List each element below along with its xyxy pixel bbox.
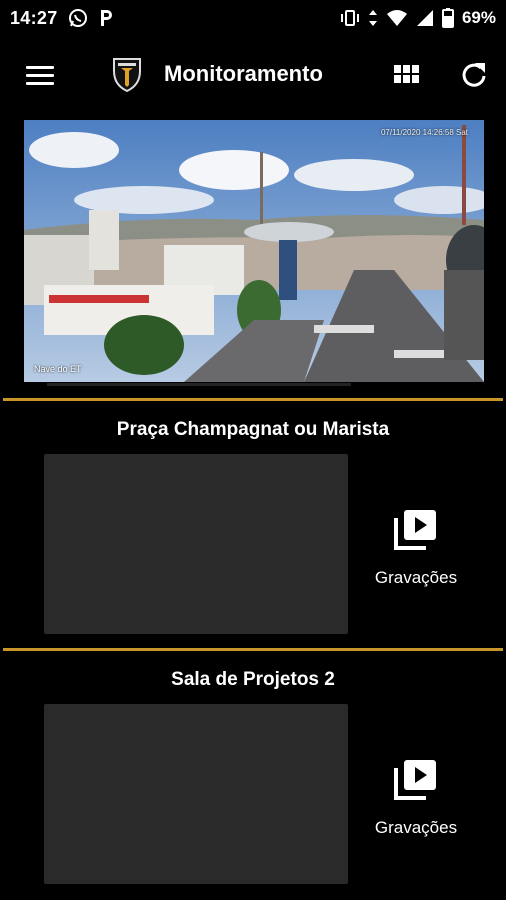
camera-card: Sala de Projetos 2 Gravações (3, 648, 503, 896)
signal-icon (416, 10, 433, 26)
city-view-image (24, 120, 484, 382)
recordings-label: Gravações (374, 568, 458, 587)
menu-button[interactable] (26, 66, 54, 86)
whatsapp-icon (68, 9, 87, 27)
menu-icon-line (26, 82, 54, 85)
menu-icon-line (26, 74, 54, 77)
battery-icon (441, 8, 454, 28)
camera-name: Sala de Projetos 2 (171, 669, 335, 690)
wifi-icon (386, 10, 407, 26)
recordings-label: Gravações (374, 818, 458, 837)
app-bar: Monitoramento (0, 44, 506, 106)
menu-icon-line (26, 66, 54, 69)
status-left: 14:27 (10, 8, 114, 29)
status-right: 69% (340, 8, 496, 28)
page-title: Monitoramento (164, 61, 323, 86)
data-arrows-icon (368, 10, 377, 26)
recordings-button[interactable]: Gravações (361, 756, 471, 846)
status-bar: 14:27 69% (0, 0, 506, 36)
camera-name: Praça Champagnat ou Marista (116, 419, 390, 440)
feed-progress-bar (47, 383, 351, 386)
feed-camera-label: Nave do ET (34, 364, 82, 374)
p-app-icon (100, 10, 112, 26)
recordings-button[interactable]: Gravações (361, 506, 471, 596)
live-feed-panel: 07/11/2020 14:26:58 Sat Nave do ET (3, 115, 503, 398)
refresh-icon[interactable] (459, 60, 489, 90)
status-time: 14:27 (10, 7, 58, 28)
video-library-icon (394, 760, 436, 800)
live-feed-image[interactable]: 07/11/2020 14:26:58 Sat Nave do ET (24, 120, 484, 382)
vibrate-icon (340, 10, 359, 26)
feed-timestamp: 07/11/2020 14:26:58 Sat (380, 128, 468, 137)
video-library-icon (394, 510, 436, 550)
grid-view-icon[interactable] (393, 62, 419, 88)
camera-thumbnail[interactable] (44, 454, 348, 634)
camera-card: Praça Champagnat ou Marista Gravações (3, 398, 503, 646)
camera-thumbnail[interactable] (44, 704, 348, 884)
app-logo (113, 58, 141, 93)
battery-percent: 69% (461, 8, 496, 27)
